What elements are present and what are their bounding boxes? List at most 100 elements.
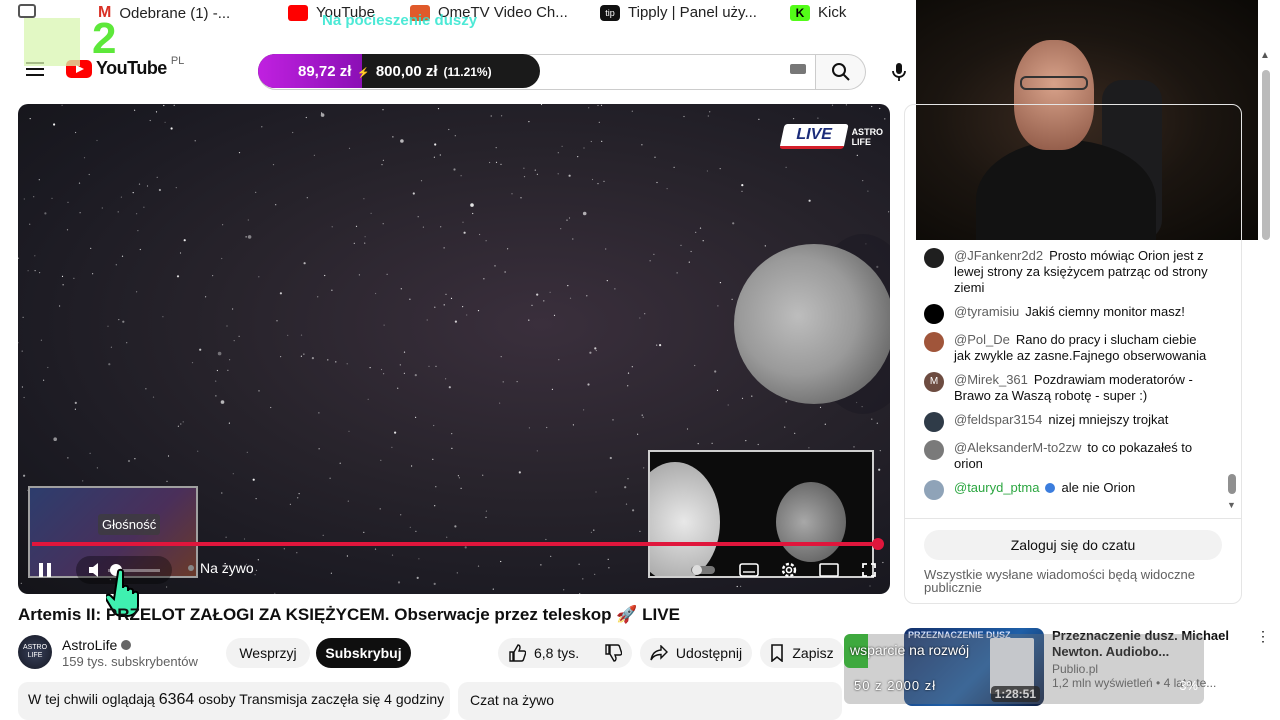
star: [88, 173, 90, 176]
avatar[interactable]: [924, 440, 944, 460]
star: [136, 291, 138, 293]
thumbs-up-icon: [509, 644, 526, 662]
star: [523, 176, 526, 178]
star: [34, 270, 36, 272]
voice-search-button[interactable]: [882, 54, 916, 90]
keyboard-icon[interactable]: [790, 64, 806, 74]
star: [364, 242, 366, 244]
chat-message: @feldspar3154 nizej mniejszy trojkat: [924, 412, 1214, 432]
autoplay-toggle[interactable]: [688, 556, 718, 584]
star: [609, 456, 612, 460]
star: [741, 397, 744, 399]
star: [595, 491, 597, 493]
star: [420, 180, 423, 182]
chat-scroll-down-icon[interactable]: ▼: [1227, 500, 1236, 510]
star: [232, 473, 234, 475]
description-box[interactable]: W tej chwili oglądają 6364 osoby Transmi…: [18, 682, 450, 720]
star: [252, 478, 255, 481]
player-controls: Na żywo: [28, 556, 880, 584]
live-chat-replay-box[interactable]: Czat na żywo: [458, 682, 842, 720]
star: [741, 184, 744, 187]
video-title: Artemis II: PRZELOT ZAŁOGI ZA KSIĘŻYCEM.…: [18, 605, 680, 624]
bookmark-tipply[interactable]: tip Tipply | Panel uży...: [600, 4, 757, 21]
search-button[interactable]: [816, 54, 866, 90]
settings-button[interactable]: [774, 556, 804, 584]
scroll-up-icon[interactable]: ▲: [1260, 50, 1270, 61]
star: [331, 289, 333, 291]
star: [62, 284, 64, 286]
star: [67, 201, 69, 203]
star: [40, 339, 42, 341]
star: [221, 257, 223, 260]
star: [853, 446, 855, 448]
star: [518, 471, 521, 474]
star: [785, 401, 787, 403]
star: [300, 355, 302, 357]
star: [29, 118, 31, 120]
star: [329, 477, 331, 479]
bookmark-kick[interactable]: K Kick: [790, 4, 846, 21]
avatar[interactable]: [924, 304, 944, 324]
avatar[interactable]: [924, 412, 944, 432]
star: [871, 418, 873, 420]
star: [417, 216, 419, 218]
star: [435, 486, 437, 488]
channel-name[interactable]: AstroLife: [62, 637, 132, 653]
live-indicator[interactable]: Na żywo: [188, 560, 254, 576]
star: [73, 277, 75, 279]
subtitles-button[interactable]: [734, 556, 764, 584]
star: [126, 342, 128, 344]
goal-numbers: 50 z 2000 zł: [854, 678, 937, 693]
chat-scrollbar[interactable]: [1228, 474, 1236, 494]
star: [495, 161, 498, 163]
star: [22, 316, 24, 318]
star: [146, 185, 149, 187]
progress-bar[interactable]: [32, 542, 878, 546]
star: [656, 181, 658, 184]
star: [716, 389, 719, 391]
star: [163, 104, 165, 107]
star: [318, 448, 320, 450]
star: [479, 233, 481, 236]
glasses: [1020, 76, 1088, 90]
avatar[interactable]: [924, 480, 944, 500]
star: [101, 207, 103, 209]
theater-mode-button[interactable]: [814, 556, 844, 584]
star: [597, 104, 599, 107]
chat-message: @Pol_De Rano do pracy i slucham ciebie ja…: [924, 332, 1214, 364]
video-player[interactable]: LIVE ASTRO LIFE Głośność Na żywo: [18, 104, 890, 594]
dislike-button[interactable]: [594, 638, 632, 668]
star: [593, 529, 595, 531]
bookmark-gmail[interactable]: M Odebrane (1) -...: [98, 4, 230, 22]
star: [182, 421, 184, 423]
star: [306, 197, 308, 199]
avatar[interactable]: [924, 248, 944, 268]
star: [531, 304, 533, 306]
star: [560, 228, 562, 230]
star: [561, 145, 563, 147]
progress-scrubber[interactable]: [872, 538, 884, 550]
star: [454, 525, 457, 528]
support-button[interactable]: Wesprzyj: [226, 638, 310, 668]
share-button[interactable]: Udostępnij: [640, 638, 752, 668]
pause-button[interactable]: [30, 556, 60, 584]
star: [397, 387, 399, 389]
star: [238, 152, 241, 154]
star: [255, 191, 257, 193]
fullscreen-button[interactable]: [854, 556, 884, 584]
page-scrollbar[interactable]: [1262, 70, 1270, 240]
star: [440, 226, 442, 228]
star: [51, 197, 53, 199]
avatar[interactable]: M: [924, 372, 944, 392]
support-goal-overlay: wsparcie na rozwój 50 z 2000 zł 3%: [844, 634, 1204, 704]
star: [523, 167, 525, 169]
channel-avatar[interactable]: ASTRO LIFE: [18, 635, 52, 669]
avatar[interactable]: [924, 332, 944, 352]
star: [339, 462, 341, 464]
star: [579, 593, 581, 594]
save-button[interactable]: Zapisz: [760, 638, 844, 668]
member-badge-icon: [1045, 483, 1056, 493]
more-options-icon[interactable]: ⋮: [1256, 628, 1270, 645]
login-to-chat-button[interactable]: Zaloguj się do czatu: [924, 530, 1222, 560]
subscribe-button[interactable]: Subskrybuj: [316, 638, 411, 668]
